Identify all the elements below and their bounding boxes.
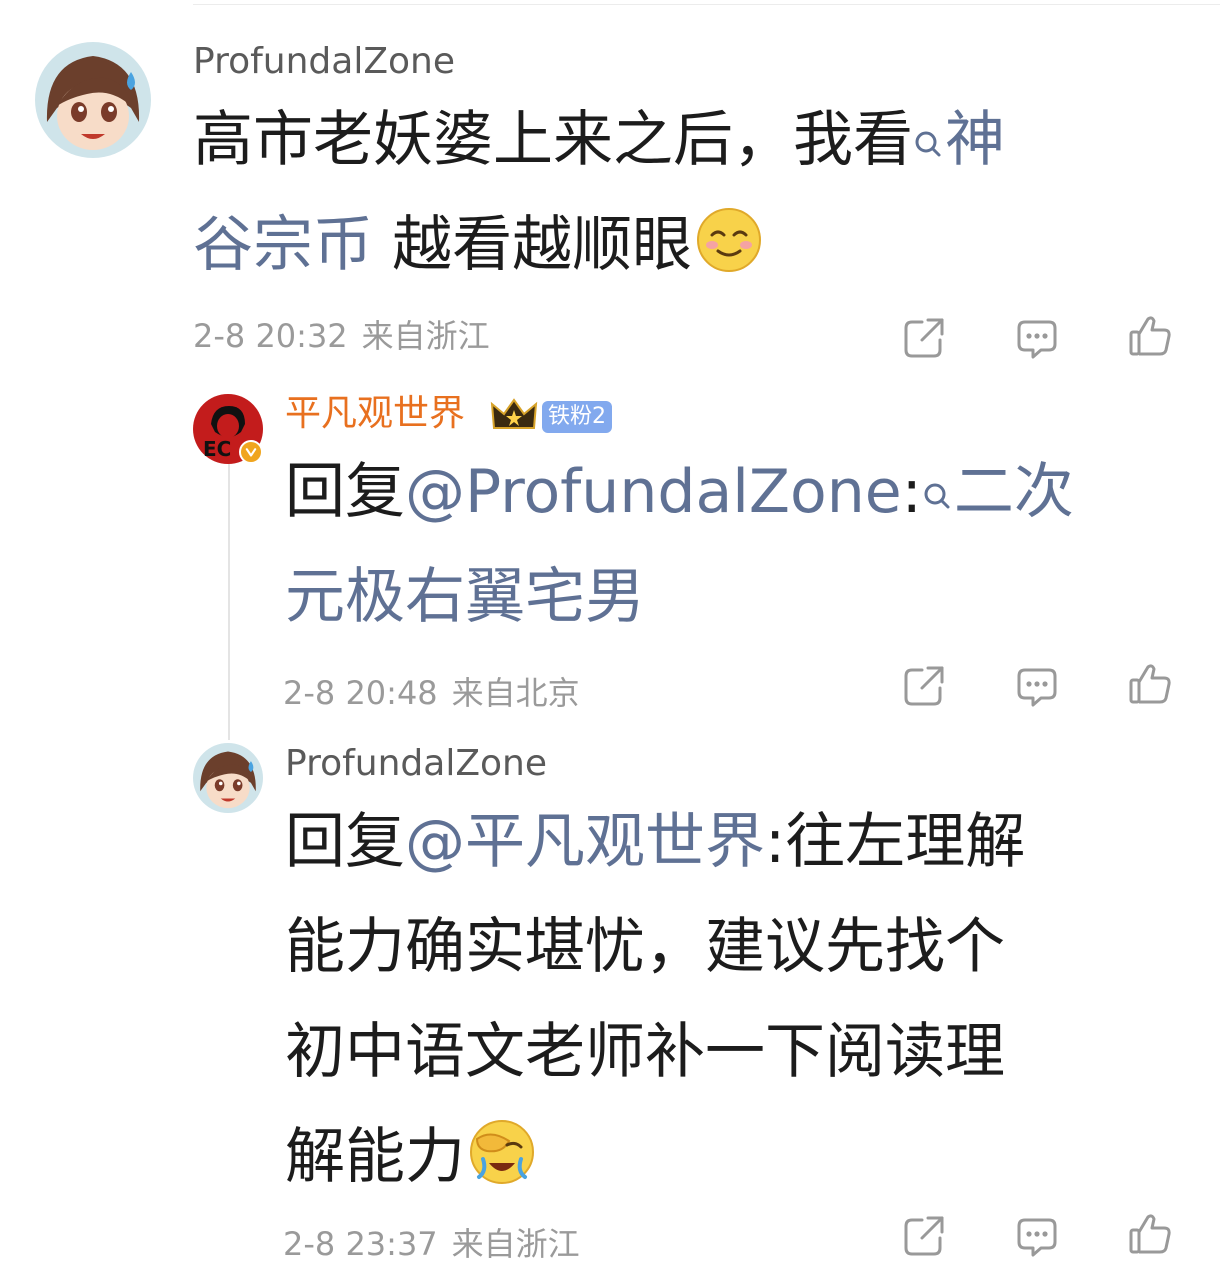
comment-meta: 2-8 20:32 来自浙江 [193,316,490,356]
comment-location: 来自浙江 [361,317,490,355]
comment-location: 来自北京 [451,674,580,712]
avatar[interactable] [193,743,263,813]
like-icon [1129,1214,1171,1254]
top-divider [193,4,1220,5]
share-button[interactable] [902,664,946,708]
comment-icon [1017,668,1057,707]
share-icon [904,666,944,706]
svg-text:EC: EC [203,437,231,461]
comment-text-line1: :往左理解 [765,807,1026,877]
fan-badge: 铁粉2 [542,401,612,433]
comment-meta: 2-8 23:37 来自浙江 [283,1224,580,1264]
comment-time: 2-8 20:48 [283,674,438,712]
like-button[interactable] [1128,662,1172,706]
avatar[interactable] [35,42,151,158]
smile-emoji-icon [696,201,762,306]
comment-text: 回复@平凡观世界:往左理解 能力确实堪忧，建议先找个 初中语文老师补一下阅读理 … [285,790,1205,1218]
mention-link[interactable]: @ProfundalZone [405,457,902,527]
comment-meta: 2-8 20:48 来自北京 [283,673,580,713]
reply-colon: : [901,457,922,527]
like-button[interactable] [1128,1212,1172,1256]
share-icon [904,318,944,358]
comment-location: 来自浙江 [451,1225,580,1263]
search-icon [922,440,952,509]
reply-prefix: 回复 [285,457,405,527]
search-icon [913,88,943,157]
share-button[interactable] [902,1214,946,1258]
facepalm-emoji-icon [469,1113,535,1218]
comment-text-plain: 高市老妖婆上来之后，我看 [193,105,913,175]
comment-username[interactable]: 平凡观世界 [285,392,465,436]
user-badges: 铁粉2 [490,396,612,438]
comment-text-line3: 初中语文老师补一下阅读理 [285,1017,1005,1087]
share-button[interactable] [902,316,946,360]
comment-username[interactable]: ProfundalZone [193,40,455,84]
reply-prefix: 回复 [285,807,405,877]
like-icon [1129,664,1171,704]
comment-time: 2-8 20:32 [193,317,348,355]
avatar[interactable]: EC [193,394,263,464]
crown-icon [490,396,538,438]
comment-text-line2: 能力确实堪忧，建议先找个 [285,912,1005,982]
comment-text: 高市老妖婆上来之后，我看神谷宗币 越看越顺眼 [193,88,1183,306]
topic-link-text-1: 二次 [953,457,1074,527]
comment-text: 回复@ProfundalZone: 二次元极右翼宅男 [285,440,1185,650]
comment-time: 2-8 23:37 [283,1225,438,1263]
mention-link[interactable]: @平凡观世界 [405,807,765,877]
verified-icon [239,440,263,464]
like-button[interactable] [1128,314,1172,358]
comment-icon [1017,1218,1057,1257]
like-icon [1129,316,1171,356]
comment-text-after: 越看越顺眼 [373,210,693,280]
share-icon [904,1216,944,1256]
comment-username[interactable]: ProfundalZone [285,742,547,786]
topic-link-text-2: 元极右翼宅男 [285,562,645,632]
comment-button[interactable] [1015,664,1059,708]
comment-icon [1017,320,1057,359]
thread-line [228,462,230,740]
comment-button[interactable] [1015,1214,1059,1258]
comment-button[interactable] [1015,316,1059,360]
comment-text-line4: 解能力 [285,1122,465,1192]
topic-link-text-2: 谷宗币 [193,210,373,280]
topic-link-text-1: 神 [945,105,1005,175]
